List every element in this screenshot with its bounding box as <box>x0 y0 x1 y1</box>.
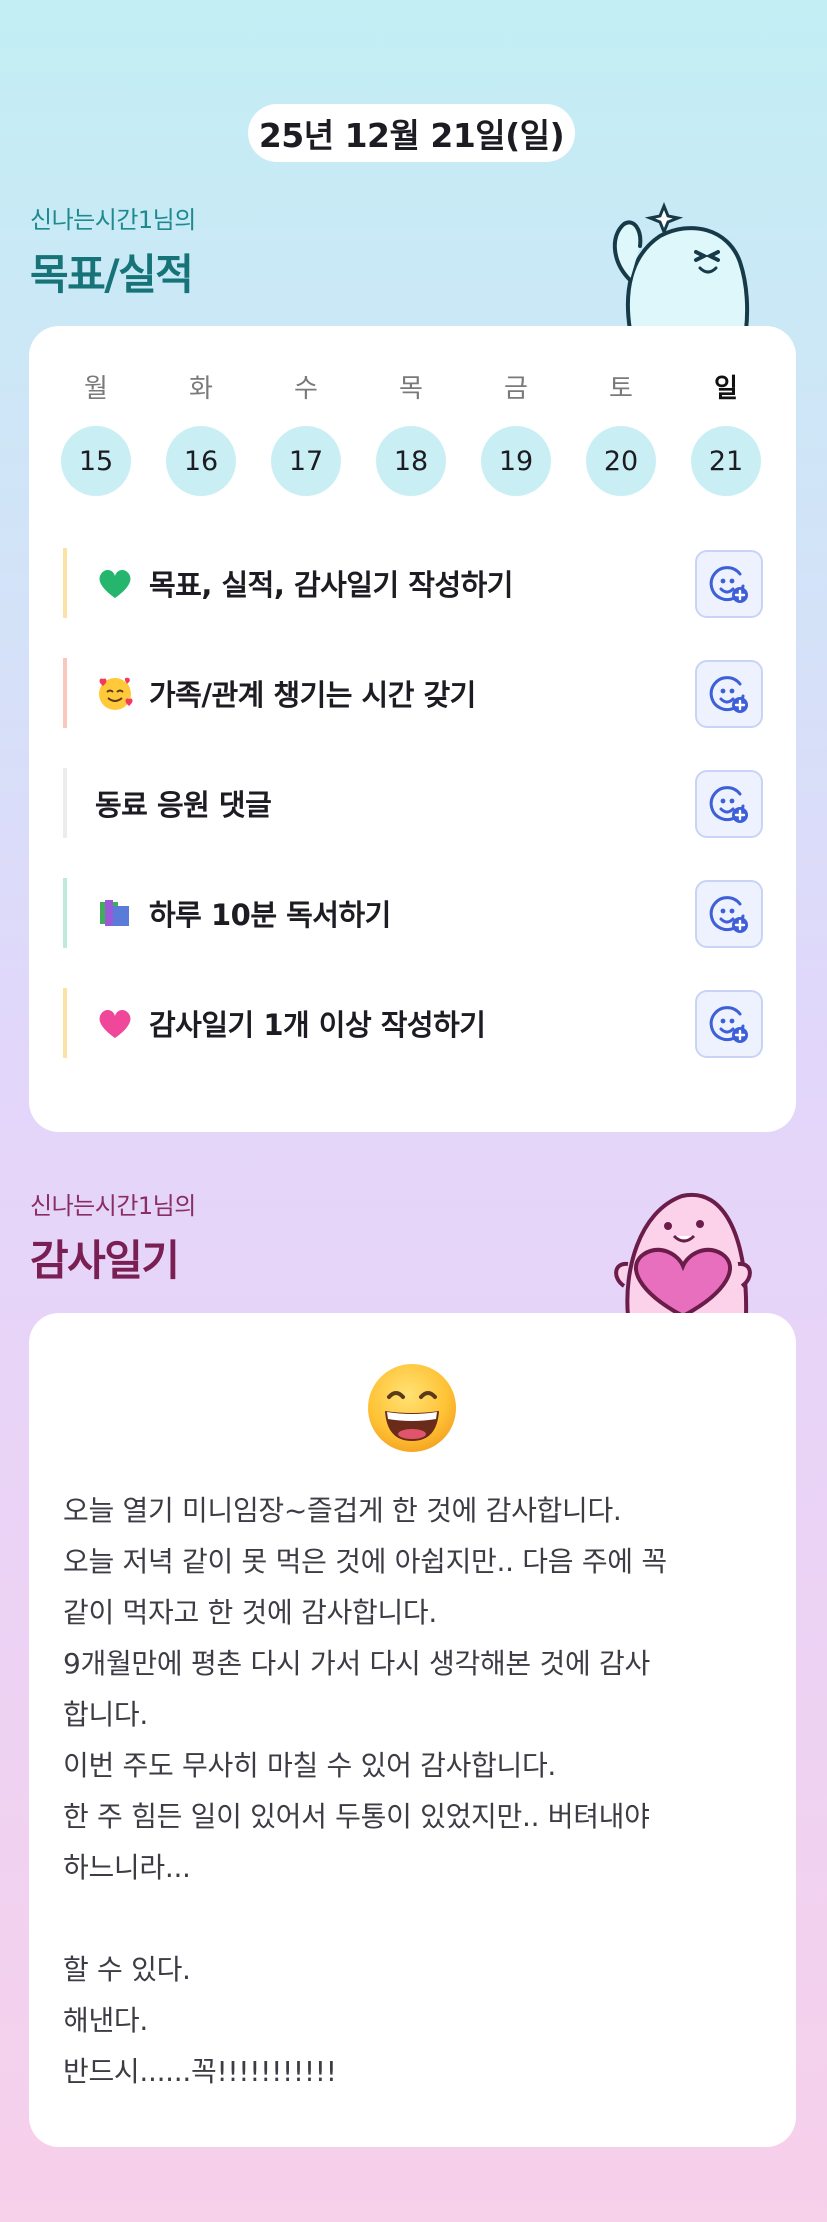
day-name: 수 <box>294 374 318 404</box>
goal-list: 목표, 실적, 감사일기 작성하기가족/관계 챙기는 시간 갖기동료 응원 댓글… <box>63 548 763 1098</box>
diary-line: 하느니라... <box>63 1851 191 1884</box>
day-name: 월 <box>84 374 108 404</box>
day-15[interactable]: 월 15 <box>61 368 131 496</box>
diary-line: 반드시......꼭!!!!!!!!!!! <box>63 2055 337 2088</box>
day-19[interactable]: 금 19 <box>481 368 551 496</box>
diary-section-header: 신나는시간1님의 감사일기 <box>30 1186 196 1288</box>
diary-line: 오늘 저녁 같이 못 먹은 것에 아쉽지만.. 다음 주에 꼭 <box>63 1545 667 1578</box>
diary-card: 오늘 열기 미니임장~즐겁게 한 것에 감사합니다. 오늘 저녁 같이 못 먹은 … <box>29 1313 796 2147</box>
day-17[interactable]: 수 17 <box>271 368 341 496</box>
diary-line: 같이 먹자고 한 것에 감사합니다. <box>63 1596 437 1629</box>
day-name: 토 <box>609 374 633 404</box>
diary-line: 한 주 힘든 일이 있어서 두통이 있었지만.. 버텨내야 <box>63 1800 650 1833</box>
day-number[interactable]: 18 <box>376 426 446 496</box>
goals-section-title: 목표/실적 <box>30 250 194 299</box>
day-16[interactable]: 화 16 <box>166 368 236 496</box>
day-20[interactable]: 토 20 <box>586 368 656 496</box>
add-reaction-button[interactable] <box>695 990 763 1058</box>
day-18[interactable]: 목 18 <box>376 368 446 496</box>
goal-label: 감사일기 1개 이상 작성하기 <box>149 1008 486 1042</box>
goals-section-subtitle: 신나는시간1님의 <box>30 206 196 234</box>
goal-item[interactable]: 가족/관계 챙기는 시간 갖기 <box>63 658 763 728</box>
add-reaction-button[interactable] <box>695 550 763 618</box>
smiley-add-icon <box>709 896 748 933</box>
week-calendar: 월 15 화 16 수 17 목 18 금 19 토 20 일 21 <box>61 368 761 496</box>
day-name: 목 <box>399 374 423 404</box>
goal-label: 동료 응원 댓글 <box>95 788 272 822</box>
goals-card: 월 15 화 16 수 17 목 18 금 19 토 20 일 21 목표, 실적, 감사일기 작성하기가… <box>29 326 796 1132</box>
goal-item[interactable]: 목표, 실적, 감사일기 작성하기 <box>63 548 763 618</box>
goal-label: 목표, 실적, 감사일기 작성하기 <box>149 568 513 602</box>
green-heart-icon <box>95 563 135 603</box>
day-number[interactable]: 16 <box>166 426 236 496</box>
ghost-mascot-icon <box>612 201 750 330</box>
day-21[interactable]: 일 21 <box>691 368 761 496</box>
goal-item[interactable]: 하루 10분 독서하기 <box>63 878 763 948</box>
diary-line: 할 수 있다. <box>63 1953 191 1986</box>
diary-line: 9개월만에 평촌 다시 가서 다시 생각해본 것에 감사 <box>63 1647 650 1680</box>
goal-item[interactable]: 감사일기 1개 이상 작성하기 <box>63 988 763 1058</box>
diary-section-subtitle: 신나는시간1님의 <box>30 1192 196 1220</box>
goal-label: 하루 10분 독서하기 <box>149 898 391 932</box>
diary-line: 해낸다. <box>63 2004 148 2037</box>
add-reaction-button[interactable] <box>695 660 763 728</box>
goal-item[interactable]: 동료 응원 댓글 <box>63 768 763 838</box>
pink-heart-icon <box>95 1003 135 1043</box>
day-name: 금 <box>504 374 528 404</box>
add-reaction-button[interactable] <box>695 880 763 948</box>
day-number[interactable]: 21 <box>691 426 761 496</box>
diary-line: 합니다. <box>63 1698 148 1731</box>
books-icon <box>95 893 135 933</box>
diary-line: 이번 주도 무사히 마칠 수 있어 감사합니다. <box>63 1749 557 1782</box>
date-label[interactable]: 25년 12월 21일(일) <box>248 104 575 162</box>
smiley-add-icon <box>709 566 748 603</box>
grinning-face-icon <box>368 1364 456 1452</box>
smiley-add-icon <box>709 1006 748 1043</box>
day-name: 일 <box>714 374 738 404</box>
smiley-add-icon <box>709 676 748 713</box>
smiling-face-with-hearts-icon <box>95 673 135 713</box>
day-number[interactable]: 17 <box>271 426 341 496</box>
day-name: 화 <box>189 374 213 404</box>
diary-text: 오늘 열기 미니임장~즐겁게 한 것에 감사합니다. 오늘 저녁 같이 못 먹은 … <box>63 1485 763 2097</box>
diary-line <box>63 1893 763 1944</box>
day-number[interactable]: 19 <box>481 426 551 496</box>
diary-section-title: 감사일기 <box>30 1236 180 1285</box>
goal-label: 가족/관계 챙기는 시간 갖기 <box>149 678 476 712</box>
add-reaction-button[interactable] <box>695 770 763 838</box>
smiley-add-icon <box>709 786 748 823</box>
heart-mascot-icon <box>614 1192 752 1316</box>
day-number[interactable]: 15 <box>61 426 131 496</box>
day-number[interactable]: 20 <box>586 426 656 496</box>
diary-line: 오늘 열기 미니임장~즐겁게 한 것에 감사합니다. <box>63 1494 622 1527</box>
goals-section-header: 신나는시간1님의 목표/실적 <box>30 200 196 302</box>
